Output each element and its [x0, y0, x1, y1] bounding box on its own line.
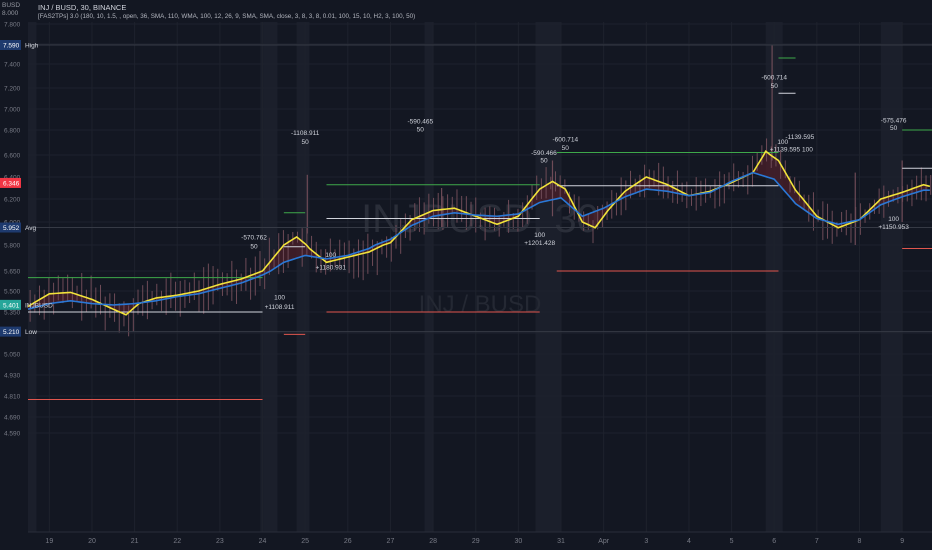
y-tick-label: 5.800 [4, 243, 21, 250]
y-tick-label: 5.650 [4, 269, 21, 276]
trade-annotation: -600.714 [761, 75, 787, 82]
trade-annotation: +1139.595 100 [770, 146, 813, 153]
indicator-settings[interactable]: [FAS2TPs] 3.0 (180, 10, 1.5, , open, 36,… [38, 13, 415, 20]
y-tick-label: 4.810 [4, 394, 21, 401]
y-tick-label: 6.800 [4, 128, 21, 135]
x-tick-label: 9 [900, 538, 904, 545]
x-tick-label: 3 [644, 538, 648, 545]
trade-annotation: 50 [302, 139, 310, 146]
y-tick-label: 6.600 [4, 153, 21, 160]
trade-annotation: +1150.953 [878, 224, 909, 231]
currency-label: BUSD [2, 2, 21, 9]
trade-annotation: 100 [534, 232, 545, 239]
trade-annotation: -1108.911 [291, 130, 320, 137]
trade-annotation: -600.714 [552, 136, 578, 143]
trade-annotation: 100 [777, 139, 788, 146]
y-tick-label: 6.200 [4, 197, 21, 204]
trade-annotation: 50 [417, 126, 425, 133]
price-label-value: 7.590 [3, 43, 20, 50]
x-tick-label: Apr [598, 538, 610, 545]
trade-annotation: -575.476 [881, 118, 907, 125]
price-label-tag: High [25, 43, 39, 50]
price-label-value: 5.401 [3, 302, 20, 309]
y-tick-label: 4.930 [4, 373, 21, 380]
trade-annotation: 50 [890, 125, 898, 132]
trade-annotation: 50 [562, 145, 570, 152]
trade-annotation: +1108.911 [265, 304, 295, 311]
x-tick-label: 31 [557, 538, 565, 545]
y-tick-label: 7.200 [4, 86, 21, 93]
watermark-pair: INJ / BUSD [419, 291, 542, 318]
chart-window: INJBUSD, 30INJ / BUSD-1108.91150-570.762… [0, 0, 932, 550]
trade-annotation: 50 [771, 83, 779, 90]
trade-annotation: 100 [888, 216, 899, 223]
y-tick-label: 4.590 [4, 431, 21, 438]
x-tick-label: 20 [88, 538, 96, 545]
y-tick-label: 5.050 [4, 352, 21, 359]
trade-annotation: +1180.931 [316, 264, 347, 271]
trade-annotation: -570.762 [241, 234, 267, 241]
price-label-value: 5.210 [3, 329, 20, 336]
x-tick-label: 5 [730, 538, 734, 545]
x-tick-label: 4 [687, 538, 691, 545]
y-tick-label: 7.800 [4, 22, 21, 29]
y-tick-label: 5.500 [4, 289, 21, 296]
x-tick-label: 26 [344, 538, 352, 545]
trade-annotation: 50 [540, 158, 548, 165]
trade-annotation: 50 [250, 243, 258, 250]
y-tick-label: 5.350 [4, 310, 21, 317]
price-label-value: 6.346 [3, 180, 20, 187]
x-tick-label: 23 [216, 538, 224, 545]
price-label-value: 5.952 [3, 225, 20, 232]
x-tick-label: 8 [858, 538, 862, 545]
x-tick-label: 27 [387, 538, 395, 545]
x-tick-label: 19 [45, 538, 53, 545]
price-label-tag: Low [25, 329, 37, 336]
session-shade [424, 22, 434, 532]
x-tick-label: 6 [772, 538, 776, 545]
session-shade [28, 22, 37, 532]
x-tick-label: 7 [815, 538, 819, 545]
x-tick-label: 24 [259, 538, 267, 545]
trade-annotation: +1201.428 [524, 240, 555, 247]
session-shade [535, 22, 562, 532]
y-tick-label: 4.690 [4, 415, 21, 422]
price-label-tag: Avg [25, 225, 36, 232]
x-tick-label: 28 [429, 538, 437, 545]
symbol-title[interactable]: INJ / BUSD, 30, BINANCE [38, 3, 126, 12]
trade-annotation: -590.465 [407, 119, 433, 126]
trade-annotation: -590.466 [531, 150, 557, 157]
x-tick-label: 22 [173, 538, 181, 545]
x-tick-label: 25 [301, 538, 309, 545]
y-tick-label: 7.400 [4, 62, 21, 69]
x-tick-label: 21 [131, 538, 139, 545]
session-shade [296, 22, 310, 532]
price-label-tag: INJBUSD [25, 302, 53, 309]
trade-annotation: -1139.595 [785, 134, 814, 141]
price-chart[interactable]: INJBUSD, 30INJ / BUSD-1108.91150-570.762… [0, 0, 932, 550]
x-tick-label: 30 [514, 538, 522, 545]
x-tick-label: 29 [472, 538, 480, 545]
trade-annotation: 100 [325, 252, 336, 259]
top-price-label: 8.000 [2, 10, 19, 17]
y-tick-label: 7.000 [4, 107, 21, 114]
session-shade [880, 22, 903, 532]
trade-annotation: 100 [274, 294, 285, 301]
